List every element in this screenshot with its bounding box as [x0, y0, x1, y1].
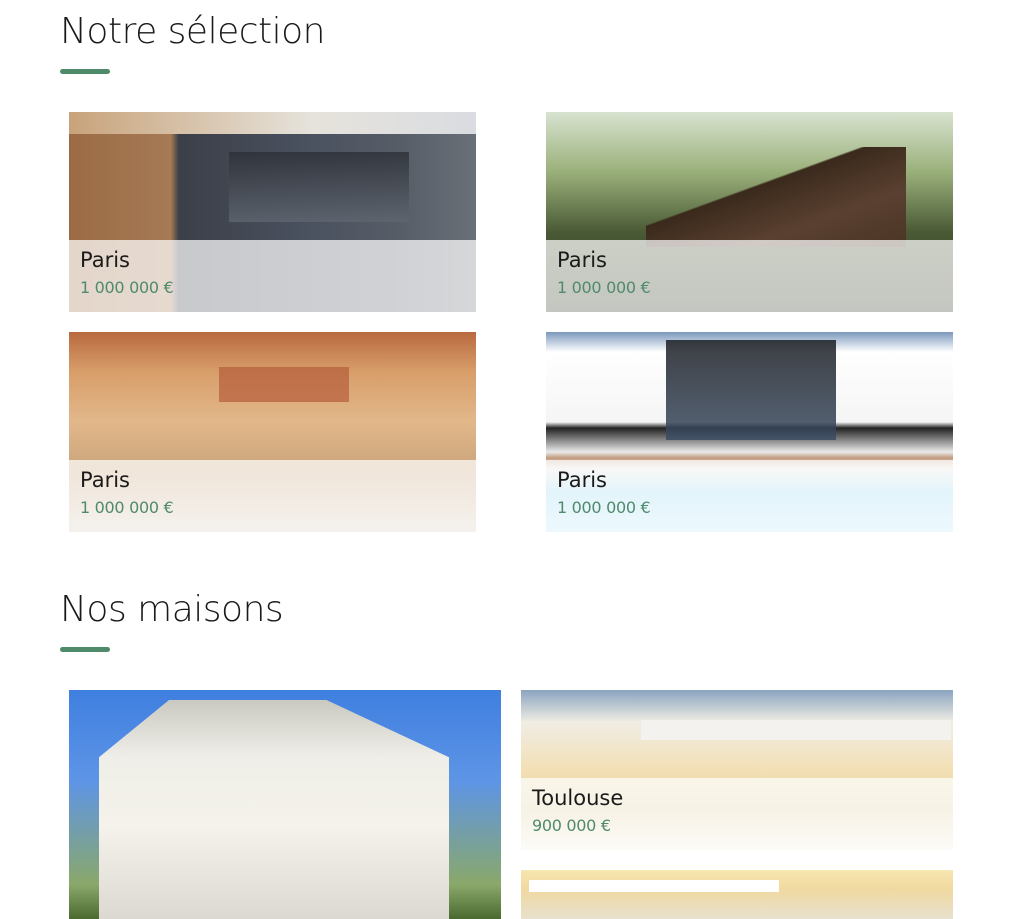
property-card[interactable]: Paris 1 000 000 €: [546, 112, 953, 312]
property-card[interactable]: Paris 1 000 000 €: [69, 332, 476, 532]
title-underline: [60, 647, 110, 652]
property-city: Paris: [80, 248, 130, 272]
section-title-selection: Notre sélection: [60, 11, 325, 74]
property-price: 1 000 000 €: [80, 498, 174, 518]
card-caption: Paris 1 000 000 €: [546, 460, 953, 532]
card-caption: Paris 1 000 000 €: [69, 240, 476, 312]
property-price: 900 000 €: [532, 816, 611, 836]
property-photo: [69, 690, 501, 919]
section-title-text: Notre sélection: [60, 11, 325, 52]
card-caption: Toulouse 900 000 €: [521, 778, 953, 850]
property-price: 1 000 000 €: [557, 498, 651, 518]
property-card[interactable]: [521, 870, 953, 919]
property-card[interactable]: Toulouse 900 000 €: [521, 690, 953, 850]
property-photo: [521, 870, 953, 919]
property-card[interactable]: Paris 1 000 000 €: [69, 112, 476, 312]
property-city: Toulouse: [532, 786, 624, 810]
card-caption: Paris 1 000 000 €: [546, 240, 953, 312]
property-price: 1 000 000 €: [80, 278, 174, 298]
section-title-houses: Nos maisons: [60, 589, 284, 652]
section-title-text: Nos maisons: [60, 589, 284, 630]
title-underline: [60, 69, 110, 74]
property-city: Paris: [80, 468, 130, 492]
property-city: Paris: [557, 248, 607, 272]
property-city: Paris: [557, 468, 607, 492]
property-card-large[interactable]: [69, 690, 501, 919]
property-card[interactable]: Paris 1 000 000 €: [546, 332, 953, 532]
property-price: 1 000 000 €: [557, 278, 651, 298]
card-caption: Paris 1 000 000 €: [69, 460, 476, 532]
